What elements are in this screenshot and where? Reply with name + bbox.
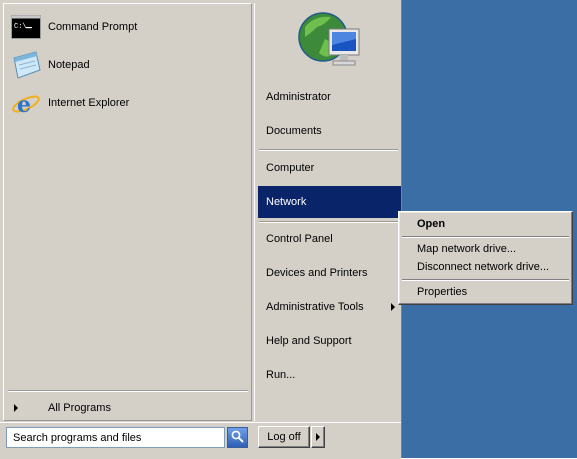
pinned-item-label: Command Prompt (48, 21, 138, 33)
places-item-label: Computer (266, 162, 315, 174)
places-item-help-and-support[interactable]: Help and Support (258, 326, 401, 356)
context-menu-separator (402, 236, 569, 238)
context-menu-label: Disconnect network drive... (417, 261, 550, 273)
places-item-control-panel[interactable]: Control Panel (258, 224, 401, 254)
places-item-run[interactable]: Run... (258, 360, 401, 390)
places-item-label: Devices and Printers (266, 267, 368, 279)
all-programs-label: All Programs (48, 402, 111, 414)
pinned-programs-pane: C:\ Command Prompt Notepad e Internet Ex… (3, 3, 252, 421)
places-item-administrative-tools[interactable]: Administrative Tools (258, 292, 401, 322)
chevron-right-icon (316, 433, 320, 441)
command-prompt-icon: C:\ (10, 11, 42, 43)
places-item-label: Run... (266, 369, 296, 381)
notepad-icon (10, 49, 42, 81)
all-programs-separator (8, 390, 248, 392)
context-menu-label: Properties (417, 286, 468, 298)
places-item-label: Administrative Tools (266, 301, 364, 313)
places-item-label: Administrator (266, 91, 331, 103)
places-separator (259, 221, 398, 223)
pinned-item-label: Internet Explorer (48, 97, 130, 109)
places-separator (259, 149, 398, 151)
logoff-group: Log off (258, 426, 325, 448)
pinned-item-label: Notepad (48, 59, 90, 71)
pinned-item-internet-explorer[interactable]: e Internet Explorer (10, 86, 246, 120)
search-icon (231, 430, 244, 446)
context-menu-item-map-network-drive[interactable]: Map network drive... (401, 240, 570, 258)
places-item-label: Help and Support (266, 335, 352, 347)
search-button[interactable] (227, 427, 248, 448)
shutdown-options-button[interactable] (311, 426, 325, 448)
places-item-label: Control Panel (266, 233, 333, 245)
context-menu-separator (402, 279, 569, 281)
pinned-item-notepad[interactable]: Notepad (10, 48, 246, 82)
svg-text:e: e (17, 92, 31, 118)
places-item-network[interactable]: Network (258, 186, 401, 218)
places-item-label: Network (266, 196, 307, 208)
context-menu-label: Map network drive... (417, 243, 517, 255)
all-programs-button[interactable]: All Programs (10, 398, 246, 418)
context-menu-item-open[interactable]: Open (401, 215, 570, 233)
places-item-administrator[interactable]: Administrator (258, 82, 401, 112)
places-item-computer[interactable]: Computer (258, 153, 401, 183)
start-menu: C:\ Command Prompt Notepad e Internet Ex… (0, 0, 402, 459)
places-item-devices-and-printers[interactable]: Devices and Printers (258, 258, 401, 288)
context-menu-item-disconnect-network-drive[interactable]: Disconnect network drive... (401, 258, 570, 276)
places-item-documents[interactable]: Documents (258, 116, 401, 146)
logoff-label: Log off (267, 431, 301, 443)
globe-monitor-icon[interactable] (295, 9, 365, 75)
places-item-label: Documents (266, 125, 322, 137)
logoff-button[interactable]: Log off (258, 426, 310, 448)
network-context-menu: Open Map network drive... Disconnect net… (398, 211, 573, 305)
context-menu-label: Open (417, 218, 446, 230)
chevron-right-icon (14, 404, 18, 412)
places-pane: Administrator Documents Computer Network… (254, 3, 401, 421)
search-input[interactable] (6, 427, 225, 448)
pinned-item-command-prompt[interactable]: C:\ Command Prompt (10, 10, 246, 44)
internet-explorer-icon: e (10, 87, 42, 119)
context-menu-item-properties[interactable]: Properties (401, 283, 570, 301)
svg-text:C:\: C:\ (14, 23, 27, 31)
chevron-right-icon (391, 303, 395, 311)
